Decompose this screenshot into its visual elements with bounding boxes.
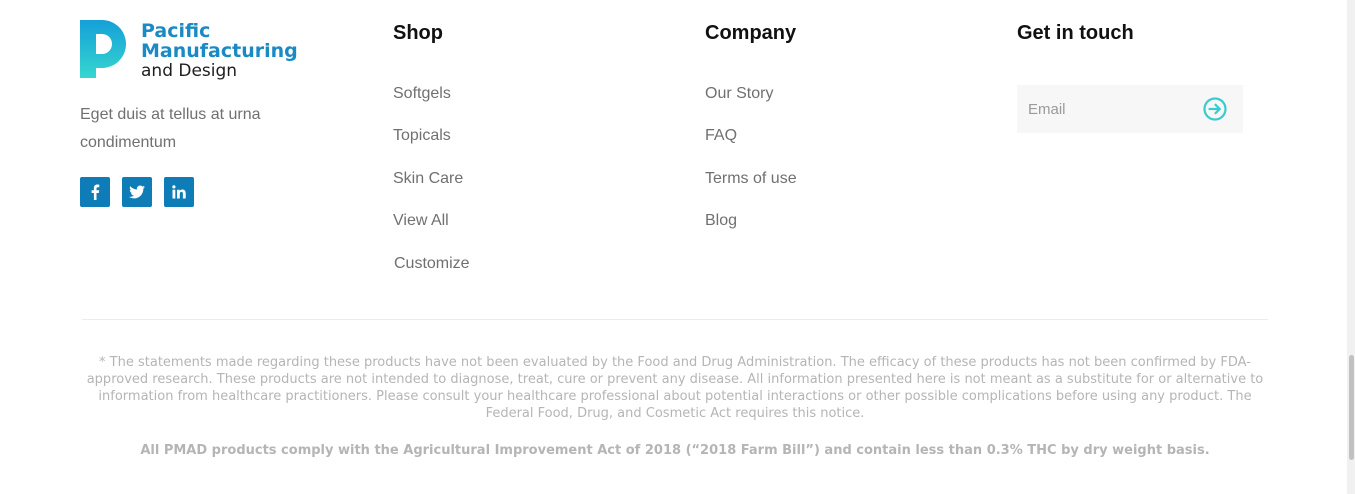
social-links [80, 177, 194, 207]
facebook-icon [91, 184, 100, 200]
company-column: Company Our Story FAQ Terms of use Blog [705, 21, 797, 229]
shop-heading: Shop [393, 22, 443, 44]
twitter-icon [129, 185, 145, 199]
company-heading: Company [705, 22, 797, 44]
facebook-link[interactable] [80, 177, 110, 207]
shop-link-customize[interactable]: Customize [394, 255, 470, 273]
linkedin-icon [172, 185, 186, 199]
shop-link-skin-care[interactable]: Skin Care [393, 170, 463, 188]
newsletter-form [1017, 85, 1243, 133]
scrollbar-thumb[interactable] [1349, 355, 1354, 460]
shop-link-view-all[interactable]: View All [393, 212, 449, 230]
shop-column: Shop Softgels Topicals Skin Care View Al… [393, 21, 470, 272]
shop-link-softgels[interactable]: Softgels [393, 85, 451, 103]
contact-heading: Get in touch [1017, 22, 1134, 44]
twitter-link[interactable] [122, 177, 152, 207]
arrow-right-circle-icon[interactable] [1202, 96, 1228, 122]
brand-logo[interactable]: Pacific Manufacturing and Design [80, 20, 298, 81]
shop-link-topicals[interactable]: Topicals [393, 127, 451, 145]
brand-name-line3: and Design [141, 61, 238, 81]
p-logo-icon [80, 20, 126, 78]
contact-column: Get in touch [1017, 21, 1134, 45]
footer-divider [82, 319, 1268, 320]
email-input[interactable] [1017, 85, 1198, 133]
farm-bill-compliance: All PMAD products comply with the Agricu… [140, 443, 1210, 458]
linkedin-link[interactable] [164, 177, 194, 207]
company-link-faq[interactable]: FAQ [705, 127, 737, 145]
company-link-terms[interactable]: Terms of use [705, 170, 797, 188]
company-link-blog[interactable]: Blog [705, 212, 737, 230]
fda-disclaimer: * The statements made regarding these pr… [86, 355, 1264, 421]
company-link-our-story[interactable]: Our Story [705, 85, 773, 103]
brand-tagline: Eget duis at tellus at urna condimentum [80, 106, 261, 151]
page-scrollbar[interactable] [1347, 0, 1355, 494]
brand-name-line1: Pacific [141, 20, 211, 42]
brand-name-line2: Manufacturing [141, 40, 298, 62]
